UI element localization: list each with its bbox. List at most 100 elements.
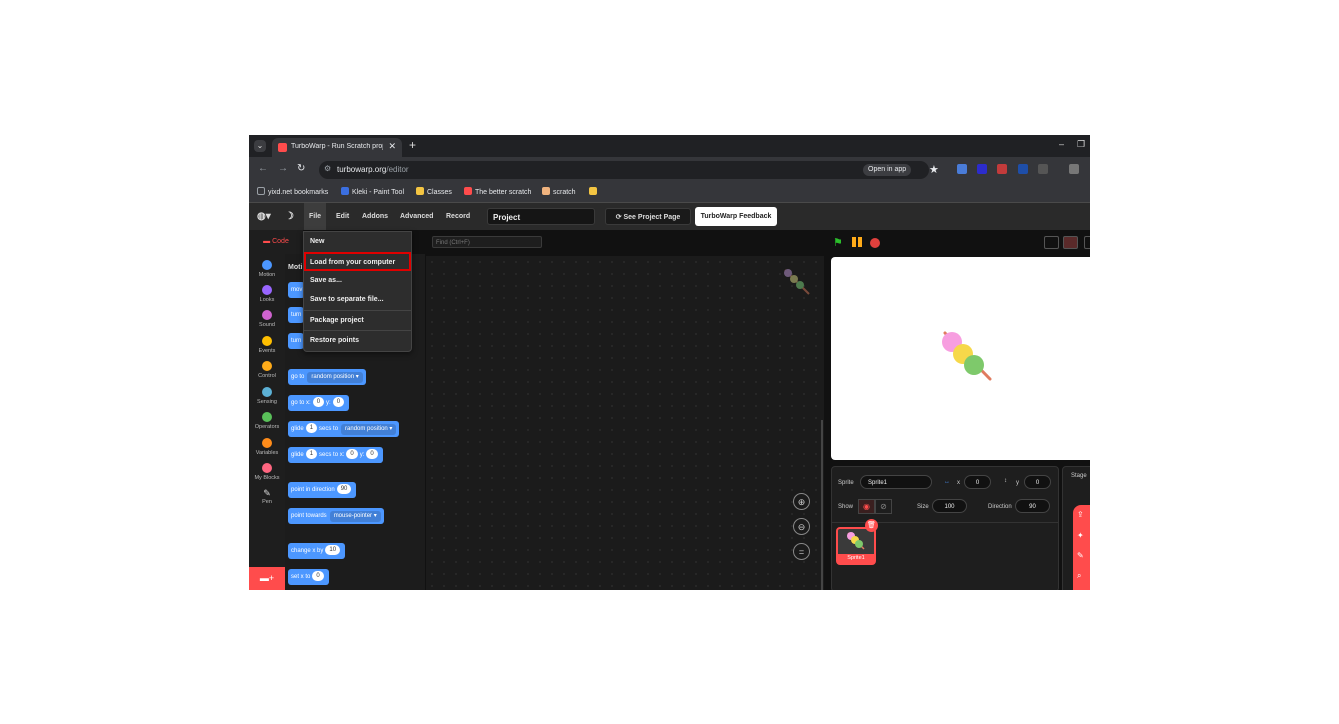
upload-sprite-icon[interactable]: ⇪ <box>1077 510 1084 519</box>
bookmark-star-icon[interactable]: ★ <box>929 163 939 176</box>
block-turn-right[interactable]: turn <box>288 307 305 323</box>
extension-c-icon[interactable] <box>977 164 987 174</box>
category-pen[interactable]: ✎ Pen <box>249 488 285 505</box>
site-info-icon[interactable]: ⚙ <box>324 164 331 173</box>
zoom-out-icon[interactable]: ⊖ <box>793 518 810 535</box>
bookmark-folder[interactable]: yixd.net bookmarks <box>257 187 328 196</box>
category-operators[interactable]: Operators <box>249 412 285 430</box>
category-control[interactable]: Control <box>249 361 285 379</box>
bookmark-classes[interactable]: Classes <box>416 187 452 196</box>
set-x-input[interactable]: 0 <box>312 571 324 581</box>
green-flag-icon[interactable]: ⚑ <box>833 236 843 249</box>
extension-translate-icon[interactable] <box>957 164 967 174</box>
point-towards-dropdown[interactable]: mouse-pointer ▾ <box>329 511 381 522</box>
hide-sprite-icon[interactable]: ⊘ <box>875 499 892 514</box>
menu-item-restore-points[interactable]: Restore points <box>304 330 411 349</box>
go-to-dropdown[interactable]: random position ▾ <box>307 372 363 383</box>
workspace-scrollbar[interactable] <box>821 420 823 590</box>
new-tab-icon[interactable]: + <box>409 138 416 152</box>
block-point-towards[interactable]: point towards mouse-pointer ▾ <box>288 508 384 524</box>
delete-sprite-icon[interactable]: 🗑 <box>865 519 878 532</box>
stage-canvas[interactable] <box>831 257 1090 460</box>
block-change-x[interactable]: change x by 10 <box>288 543 346 559</box>
category-looks[interactable]: Looks <box>249 285 285 303</box>
menu-file[interactable]: File <box>304 203 327 230</box>
menu-item-save-as[interactable]: Save as... <box>304 271 411 290</box>
glide2-y-input[interactable]: 0 <box>366 449 378 459</box>
category-events[interactable]: Events <box>249 336 285 354</box>
category-my-blocks[interactable]: My Blocks <box>249 463 285 481</box>
back-icon[interactable]: ← <box>258 163 268 174</box>
glide2-secs-input[interactable]: 1 <box>305 449 318 459</box>
menu-item-load-from-computer[interactable]: Load from your computer <box>304 252 411 271</box>
tab-search-icon[interactable]: ⌄ <box>254 140 266 152</box>
menu-item-new[interactable]: New <box>304 232 411 251</box>
see-project-page-button[interactable]: ⟳ See Project Page <box>605 208 691 225</box>
bookmark-image[interactable] <box>589 187 600 196</box>
category-motion[interactable]: Motion <box>249 260 285 278</box>
menu-item-save-separate[interactable]: Save to separate file... <box>304 290 411 309</box>
extension-red-icon[interactable] <box>997 164 1007 174</box>
block-turn-left[interactable]: turn <box>288 333 305 349</box>
block-glide-to[interactable]: glide 1 secs to random position ▾ <box>288 421 400 437</box>
language-globe-icon[interactable]: ◍▾ <box>252 203 276 230</box>
block-glide-to-xy[interactable]: glide 1 secs to x: 0 y: 0 <box>288 447 383 463</box>
x-input[interactable]: 0 <box>964 475 991 489</box>
glide2-x-input[interactable]: 0 <box>346 449 358 459</box>
zoom-in-icon[interactable]: ⊕ <box>793 493 810 510</box>
turbowarp-feedback-button[interactable]: TurboWarp Feedback <box>695 207 777 226</box>
address-bar[interactable]: ⚙ turbowarp.org/editor Open in app ★ <box>319 161 939 179</box>
stop-icon[interactable] <box>870 238 880 248</box>
y-input[interactable]: 0 <box>1024 475 1051 489</box>
bookmark-better-scratch[interactable]: The better scratch <box>464 187 531 196</box>
theme-moon-icon[interactable]: ☽ <box>280 203 299 230</box>
tab-code[interactable]: ▬ Code <box>249 230 303 254</box>
reload-icon[interactable]: ↻ <box>297 163 305 174</box>
bookmark-kleki[interactable]: Kleki - Paint Tool <box>341 187 404 196</box>
extension-blue-icon[interactable] <box>1018 164 1028 174</box>
large-stage-icon[interactable] <box>1063 236 1078 249</box>
forward-icon[interactable]: → <box>278 163 288 174</box>
sprite-thumbnail[interactable]: Sprite1 <box>836 527 876 565</box>
direction-input[interactable]: 90 <box>1015 499 1050 513</box>
block-point-in-direction[interactable]: point in direction 90 <box>288 482 357 498</box>
category-variables[interactable]: Variables <box>249 438 285 456</box>
close-tab-icon[interactable]: ✕ <box>388 141 396 152</box>
sprite-name-input[interactable]: Sprite1 <box>860 475 932 489</box>
restore-icon[interactable]: ❐ <box>1077 139 1085 150</box>
surprise-sprite-icon[interactable]: ✦ <box>1077 531 1084 540</box>
pause-icon[interactable] <box>851 237 863 247</box>
search-sprite-icon[interactable]: ⌕ <box>1077 571 1081 581</box>
small-stage-icon[interactable] <box>1044 236 1059 249</box>
menu-item-package-project[interactable]: Package project <box>304 310 411 329</box>
extensions-puzzle-icon[interactable] <box>1038 164 1048 174</box>
project-title-input[interactable]: Project <box>487 208 595 225</box>
minimize-icon[interactable]: – <box>1059 139 1064 149</box>
paint-sprite-icon[interactable]: ✎ <box>1077 551 1084 560</box>
menu-addons[interactable]: Addons <box>357 203 393 230</box>
menu-record[interactable]: Record <box>441 203 475 230</box>
browser-tab[interactable]: TurboWarp - Run Scratch projects ✕ <box>272 138 402 157</box>
menu-advanced[interactable]: Advanced <box>395 203 438 230</box>
side-panel-icon[interactable] <box>1069 164 1079 174</box>
find-input[interactable]: Find (Ctrl+F) <box>432 236 542 248</box>
dango-sprite[interactable] <box>937 327 997 387</box>
open-in-app-button[interactable]: Open in app <box>863 164 912 176</box>
glide-dropdown[interactable]: random position ▾ <box>341 424 397 435</box>
change-x-input[interactable]: 10 <box>325 545 341 555</box>
add-extension-button[interactable]: ▬+ <box>249 567 285 590</box>
category-sensing[interactable]: Sensing <box>249 387 285 405</box>
bookmark-scratch[interactable]: scratch <box>542 187 576 196</box>
block-set-x[interactable]: set x to 0 <box>288 569 329 585</box>
go-to-x-input[interactable]: 0 <box>312 397 325 407</box>
block-go-to[interactable]: go to random position ▾ <box>288 369 366 385</box>
direction-input[interactable]: 90 <box>336 484 352 494</box>
block-go-to-xy[interactable]: go to x: 0 y: 0 <box>288 395 350 411</box>
fullscreen-icon[interactable] <box>1084 236 1090 249</box>
add-sprite-menu[interactable]: ⇪ ✦ ✎ ⌕ <box>1073 505 1090 590</box>
zoom-reset-icon[interactable]: = <box>793 543 810 560</box>
go-to-y-input[interactable]: 0 <box>332 397 345 407</box>
size-input[interactable]: 100 <box>932 499 967 513</box>
show-visible-icon[interactable]: ◉ <box>858 499 875 514</box>
category-sound[interactable]: Sound <box>249 310 285 328</box>
